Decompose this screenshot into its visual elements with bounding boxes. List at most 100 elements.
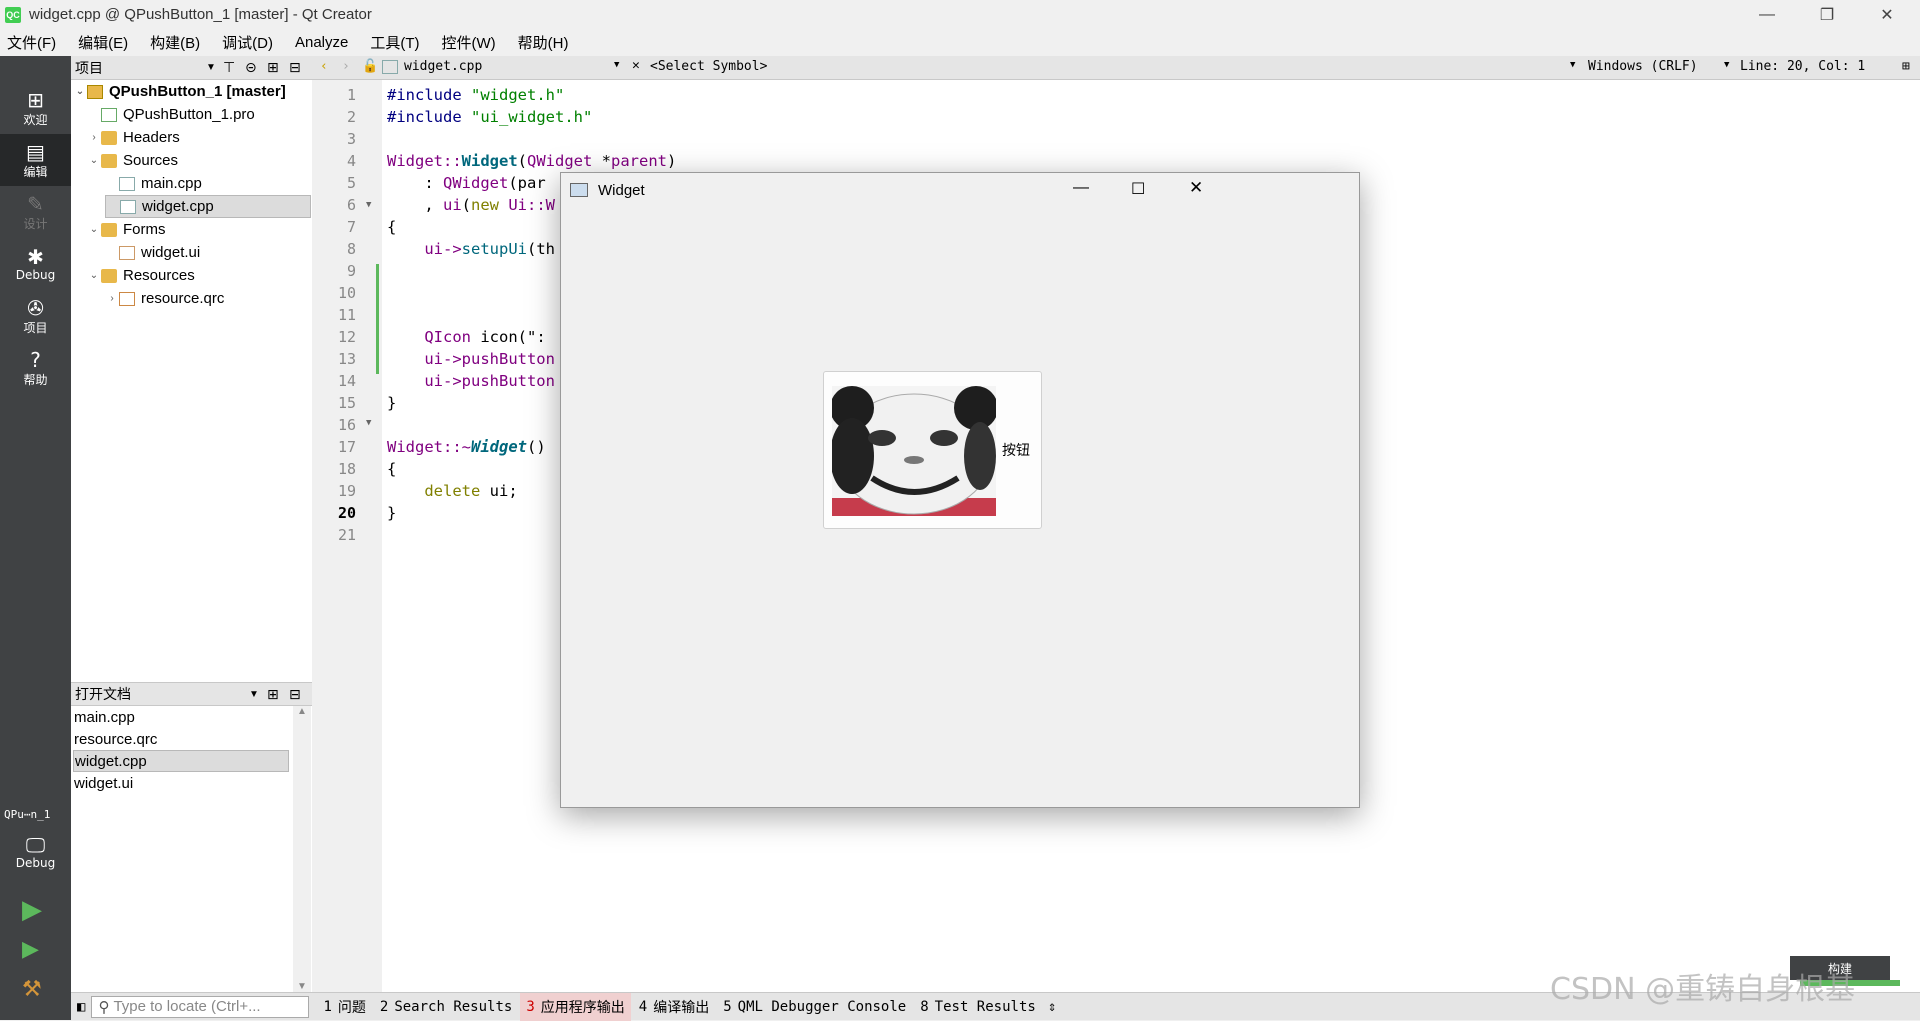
restore-button[interactable]: ❐ bbox=[1798, 0, 1856, 29]
menu-debug[interactable]: 调试(D) bbox=[219, 32, 276, 53]
line-number: 18 bbox=[337, 460, 356, 478]
tree-item-sources[interactable]: ⌄ Sources bbox=[87, 149, 178, 172]
forward-icon[interactable]: › bbox=[342, 59, 350, 74]
tree-item-headers[interactable]: › Headers bbox=[87, 126, 179, 149]
line-number: 6 bbox=[346, 196, 356, 214]
filter-icon[interactable]: ⊤ bbox=[223, 59, 235, 76]
tree-item-resource-qrc[interactable]: › resource.qrc bbox=[105, 287, 224, 310]
open-doc-item[interactable]: main.cpp bbox=[73, 706, 289, 728]
code-line: QIcon icon(": bbox=[387, 328, 546, 346]
cpp-file-icon bbox=[119, 176, 135, 191]
menu-edit[interactable]: 编辑(E) bbox=[75, 32, 131, 53]
mode-debug[interactable]: ✱ Debug bbox=[0, 238, 71, 290]
close-button[interactable]: ✕ bbox=[1858, 0, 1916, 29]
symbol-selector[interactable]: <Select Symbol> bbox=[650, 59, 767, 74]
tab-issues[interactable]: 1 问题 bbox=[317, 993, 371, 1021]
tree-item-widget-ui[interactable]: widget.ui bbox=[105, 241, 200, 264]
scrollbar[interactable]: ▲ ▼ bbox=[293, 706, 311, 992]
tree-item-resources[interactable]: ⌄ Resources bbox=[87, 264, 195, 287]
tab-application-output[interactable]: 3 应用程序输出 bbox=[520, 992, 631, 1021]
close-file-icon[interactable]: ✕ bbox=[632, 58, 640, 73]
debug-run-icon[interactable]: ▶ bbox=[22, 936, 39, 962]
minimize-button[interactable]: — bbox=[1073, 179, 1089, 197]
tree-item-widget-cpp[interactable]: widget.cpp bbox=[105, 195, 311, 218]
chevron-down-icon[interactable]: ▼ bbox=[206, 62, 216, 73]
grid-icon: ⊞ bbox=[27, 87, 44, 112]
chevron-right-icon[interactable]: › bbox=[87, 132, 101, 143]
link-icon[interactable]: ⊝ bbox=[245, 59, 257, 76]
back-icon[interactable]: ‹ bbox=[320, 59, 328, 74]
scroll-down-icon[interactable]: ▼ bbox=[293, 981, 311, 992]
open-doc-item[interactable]: widget.ui bbox=[73, 772, 289, 794]
split-icon[interactable]: ⊞ bbox=[1902, 59, 1910, 74]
toggle-sidebar-icon[interactable]: ◧ bbox=[77, 999, 85, 1015]
scroll-up-icon[interactable]: ▲ bbox=[293, 706, 311, 717]
tree-item-project[interactable]: ⌄ QPushButton_1 [master] bbox=[73, 80, 286, 103]
open-doc-item[interactable]: widget.cpp bbox=[73, 750, 289, 772]
run-icon[interactable]: ▶ bbox=[22, 894, 42, 925]
code-line: #include "ui_widget.h" bbox=[387, 108, 593, 126]
chevron-right-icon[interactable]: › bbox=[105, 293, 119, 304]
tab-qml-debugger[interactable]: 5 QML Debugger Console bbox=[717, 993, 912, 1021]
close-panel-icon[interactable]: ⊟ bbox=[289, 686, 301, 703]
tree-item-forms[interactable]: ⌄ Forms bbox=[87, 218, 166, 241]
code-line: ui->pushButton bbox=[387, 372, 555, 390]
code-line: Widget::~Widget() bbox=[387, 438, 546, 456]
mode-projects[interactable]: ✇ 项目 bbox=[0, 290, 71, 342]
tab-search-results[interactable]: 2 Search Results bbox=[374, 993, 518, 1021]
tab-test-results[interactable]: 8 Test Results bbox=[914, 993, 1042, 1021]
mode-design[interactable]: ✎ 设计 bbox=[0, 186, 71, 238]
mode-edit[interactable]: ▤ 编辑 bbox=[0, 134, 71, 186]
close-panel-icon[interactable]: ⊟ bbox=[289, 59, 301, 76]
qrc-file-icon bbox=[119, 291, 135, 306]
minimize-button[interactable]: — bbox=[1738, 0, 1796, 29]
chevron-down-icon[interactable]: ⌄ bbox=[73, 86, 87, 97]
menu-build[interactable]: 构建(B) bbox=[147, 32, 203, 53]
tree-item-pro[interactable]: QPushButton_1.pro bbox=[87, 103, 255, 126]
chevron-down-icon[interactable]: ⌄ bbox=[87, 155, 101, 166]
cpp-file-icon bbox=[382, 59, 398, 74]
menu-file[interactable]: 文件(F) bbox=[4, 32, 59, 53]
chevron-down-icon[interactable]: ⌄ bbox=[87, 224, 101, 235]
line-ending-selector[interactable]: Windows (CRLF) bbox=[1588, 59, 1698, 74]
menu-tools[interactable]: 工具(T) bbox=[367, 32, 422, 53]
change-marker bbox=[376, 352, 379, 374]
fold-arrow-icon[interactable]: ▼ bbox=[366, 200, 371, 210]
window-icon bbox=[570, 183, 588, 197]
build-hammer-icon[interactable]: ⚒ bbox=[22, 976, 42, 1002]
line-number: 8 bbox=[346, 240, 356, 258]
split-icon[interactable]: ⊞ bbox=[267, 686, 279, 703]
menu-help[interactable]: 帮助(H) bbox=[515, 32, 572, 53]
chevron-down-icon[interactable]: ▼ bbox=[249, 689, 259, 700]
fold-arrow-icon[interactable]: ▼ bbox=[366, 418, 371, 428]
tree-item-main-cpp[interactable]: main.cpp bbox=[105, 172, 202, 195]
line-number: 14 bbox=[337, 372, 356, 390]
push-button[interactable]: 按钮 bbox=[823, 371, 1042, 529]
split-icon[interactable]: ⊞ bbox=[267, 59, 279, 76]
widget-window[interactable]: Widget — ☐ ✕ 按钮 bbox=[560, 172, 1360, 808]
menu-widgets[interactable]: 控件(W) bbox=[439, 32, 499, 53]
chevron-down-icon[interactable]: ▼ bbox=[1570, 60, 1575, 70]
window-title: widget.cpp @ QPushButton_1 [master] - Qt… bbox=[29, 6, 372, 23]
file-selector[interactable]: widget.cpp bbox=[382, 59, 482, 74]
lock-icon: 🔓 bbox=[362, 59, 379, 74]
mode-welcome[interactable]: ⊞ 欢迎 bbox=[0, 82, 71, 134]
menu-analyze[interactable]: Analyze bbox=[292, 34, 351, 51]
updown-arrows-icon[interactable]: ⇕ bbox=[1048, 999, 1056, 1015]
locator-input[interactable]: ⚲ Type to locate (Ctrl+... bbox=[91, 995, 310, 1018]
pro-file-icon bbox=[101, 107, 117, 122]
close-button[interactable]: ✕ bbox=[1189, 178, 1203, 198]
kit-selector[interactable]: 🖵 Debug bbox=[0, 826, 71, 878]
cursor-position[interactable]: Line: 20, Col: 1 bbox=[1740, 59, 1865, 74]
chevron-down-icon[interactable]: ▼ bbox=[1724, 60, 1729, 70]
open-doc-item[interactable]: resource.qrc bbox=[73, 728, 289, 750]
line-number: 1 bbox=[346, 86, 356, 104]
change-marker bbox=[376, 330, 379, 352]
code-line: delete ui; bbox=[424, 482, 518, 500]
tab-compile-output[interactable]: 4 编译输出 bbox=[633, 993, 715, 1021]
chevron-down-icon[interactable]: ▼ bbox=[614, 60, 619, 70]
code-line: { bbox=[387, 460, 397, 478]
chevron-down-icon[interactable]: ⌄ bbox=[87, 270, 101, 281]
mode-help[interactable]: ? 帮助 bbox=[0, 342, 71, 394]
maximize-button[interactable]: ☐ bbox=[1131, 179, 1145, 199]
